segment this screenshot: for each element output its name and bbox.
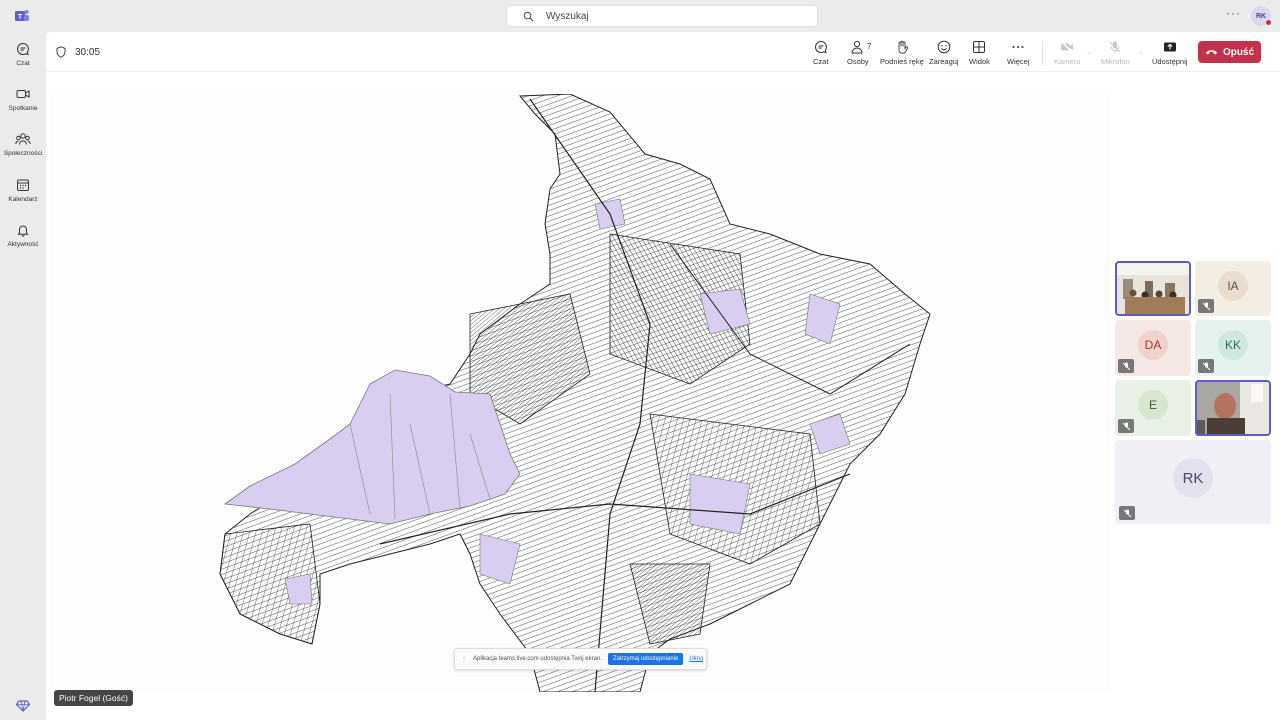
search-input[interactable]: Wyszukaj: [506, 5, 818, 27]
more-label: Więcej: [1007, 57, 1030, 66]
avatar: IA: [1218, 270, 1248, 301]
hide-link[interactable]: Ukryj: [689, 656, 703, 662]
shared-screen[interactable]: [50, 93, 1111, 693]
drag-handle-icon[interactable]: ⋮: [461, 656, 467, 663]
search-icon: [523, 11, 534, 21]
rail-label: Czat: [16, 60, 30, 67]
rail-label: Aktywność: [7, 241, 39, 248]
leave-button[interactable]: Opuść: [1198, 41, 1261, 63]
stop-sharing-button[interactable]: Zatrzymaj udostępnianie: [607, 653, 684, 665]
rail-item-activity[interactable]: Aktywność: [0, 223, 46, 248]
participant-tile[interactable]: KK: [1195, 320, 1271, 376]
smiley-icon: [937, 40, 951, 54]
participant-tile[interactable]: [1115, 261, 1191, 316]
rail-label: Kalendarz: [8, 196, 38, 203]
avatar: KK: [1218, 330, 1248, 360]
meeting-toolbar: 30:05 Czat 7 Osoby Podnieś rękę Zareaguj…: [46, 32, 1280, 72]
react-label: Zareaguj: [929, 57, 959, 66]
calendar-icon: [17, 179, 29, 191]
participant-tile[interactable]: E: [1115, 380, 1191, 436]
rail-item-communities[interactable]: Społeczności: [0, 132, 46, 157]
mic-label: Mikrofon: [1101, 57, 1130, 66]
highlighted-parcels: [689, 473, 751, 535]
chat-icon: [814, 40, 827, 54]
rail-item-calendar[interactable]: Kalendarz: [0, 178, 46, 203]
camera-button[interactable]: Kamera: [1054, 40, 1080, 66]
video-feed: [1195, 380, 1271, 436]
premium-diamond-icon[interactable]: [16, 700, 30, 712]
cadastral-map: [219, 93, 931, 693]
title-bar: T Wyszukaj ··· RK: [0, 0, 1280, 32]
chevron-down-icon[interactable]: ⌄: [1138, 48, 1144, 56]
chat-label: Czat: [813, 57, 829, 66]
status-badge: [1265, 19, 1272, 26]
mic-off-icon: [1118, 419, 1134, 433]
more-button[interactable]: Więcej: [1007, 40, 1030, 66]
share-notice-text: Aplikacja teams.live.com udostępnia Twój…: [473, 656, 602, 662]
highlighted-parcels: [284, 573, 313, 605]
bell-icon: [17, 225, 29, 237]
search-placeholder: Wyszukaj: [546, 10, 589, 22]
mic-off-icon: [1118, 359, 1134, 373]
avatar: E: [1138, 390, 1168, 420]
people-icon: [851, 40, 863, 54]
svg-text:T: T: [18, 14, 23, 21]
share-screen-icon: [1163, 42, 1176, 52]
presenter-name: Piotr Fogel (Gość): [54, 690, 133, 706]
people-count: 7: [867, 42, 872, 51]
more-icon: [1012, 46, 1024, 48]
mic-off-icon: [1110, 41, 1121, 53]
view-button[interactable]: Widok: [969, 40, 990, 66]
raise-hand-icon: [898, 40, 908, 54]
people-button[interactable]: 7 Osoby: [847, 40, 872, 66]
mic-off-icon: [1198, 299, 1214, 313]
video-icon: [16, 90, 30, 98]
highlighted-parcels: [223, 369, 521, 525]
share-button[interactable]: Udostępnij: [1152, 40, 1187, 66]
participant-tile[interactable]: [1195, 380, 1271, 436]
chat-button[interactable]: Czat: [813, 40, 828, 66]
mic-button[interactable]: Mikrofon: [1101, 40, 1130, 66]
mic-off-icon: [1119, 506, 1135, 520]
leave-label: Opuść: [1222, 46, 1255, 58]
participant-tile[interactable]: IA: [1195, 261, 1271, 316]
raise-hand-label: Podnieś rękę: [880, 57, 924, 66]
rail-item-chat[interactable]: Czat: [0, 42, 46, 67]
hang-up-icon: [1205, 50, 1217, 55]
avatar: RK: [1173, 458, 1213, 498]
grid-view-icon: [973, 41, 986, 53]
raise-hand-button[interactable]: Podnieś rękę: [880, 40, 924, 66]
camera-label: Kamera: [1054, 57, 1081, 66]
shield-icon[interactable]: [56, 46, 66, 58]
more-options-icon[interactable]: ···: [1226, 6, 1241, 20]
camera-off-icon: [1061, 40, 1074, 54]
meeting-timer: 30:05: [75, 47, 101, 58]
rail-item-meeting[interactable]: Spotkanie: [0, 87, 46, 112]
avatar: DA: [1138, 330, 1168, 360]
app-rail: Czat Spotkanie Społeczności Kalendarz Ak…: [0, 32, 46, 720]
chat-icon: [17, 42, 29, 56]
rail-label: Spotkanie: [8, 105, 38, 112]
share-label: Udostępnij: [1152, 57, 1188, 66]
video-feed: [1115, 261, 1191, 316]
meeting-window: 30:05 Czat 7 Osoby Podnieś rękę Zareaguj…: [46, 32, 1280, 720]
participant-tile[interactable]: RK: [1115, 440, 1271, 524]
communities-icon: [15, 133, 31, 145]
mic-off-icon: [1198, 359, 1214, 373]
people-label: Osoby: [847, 57, 869, 66]
toolbar-divider: [1042, 41, 1043, 65]
share-notification: ⋮ Aplikacja teams.live.com udostępnia Tw…: [454, 648, 707, 670]
municipality-body: [219, 93, 931, 693]
view-label: Widok: [969, 57, 990, 66]
teams-logo-icon[interactable]: T: [14, 8, 30, 24]
chevron-down-icon[interactable]: ⌄: [1086, 48, 1092, 56]
participant-tile[interactable]: DA: [1115, 320, 1191, 376]
react-button[interactable]: Zareaguj: [929, 40, 959, 66]
rail-label: Społeczności: [3, 150, 43, 157]
